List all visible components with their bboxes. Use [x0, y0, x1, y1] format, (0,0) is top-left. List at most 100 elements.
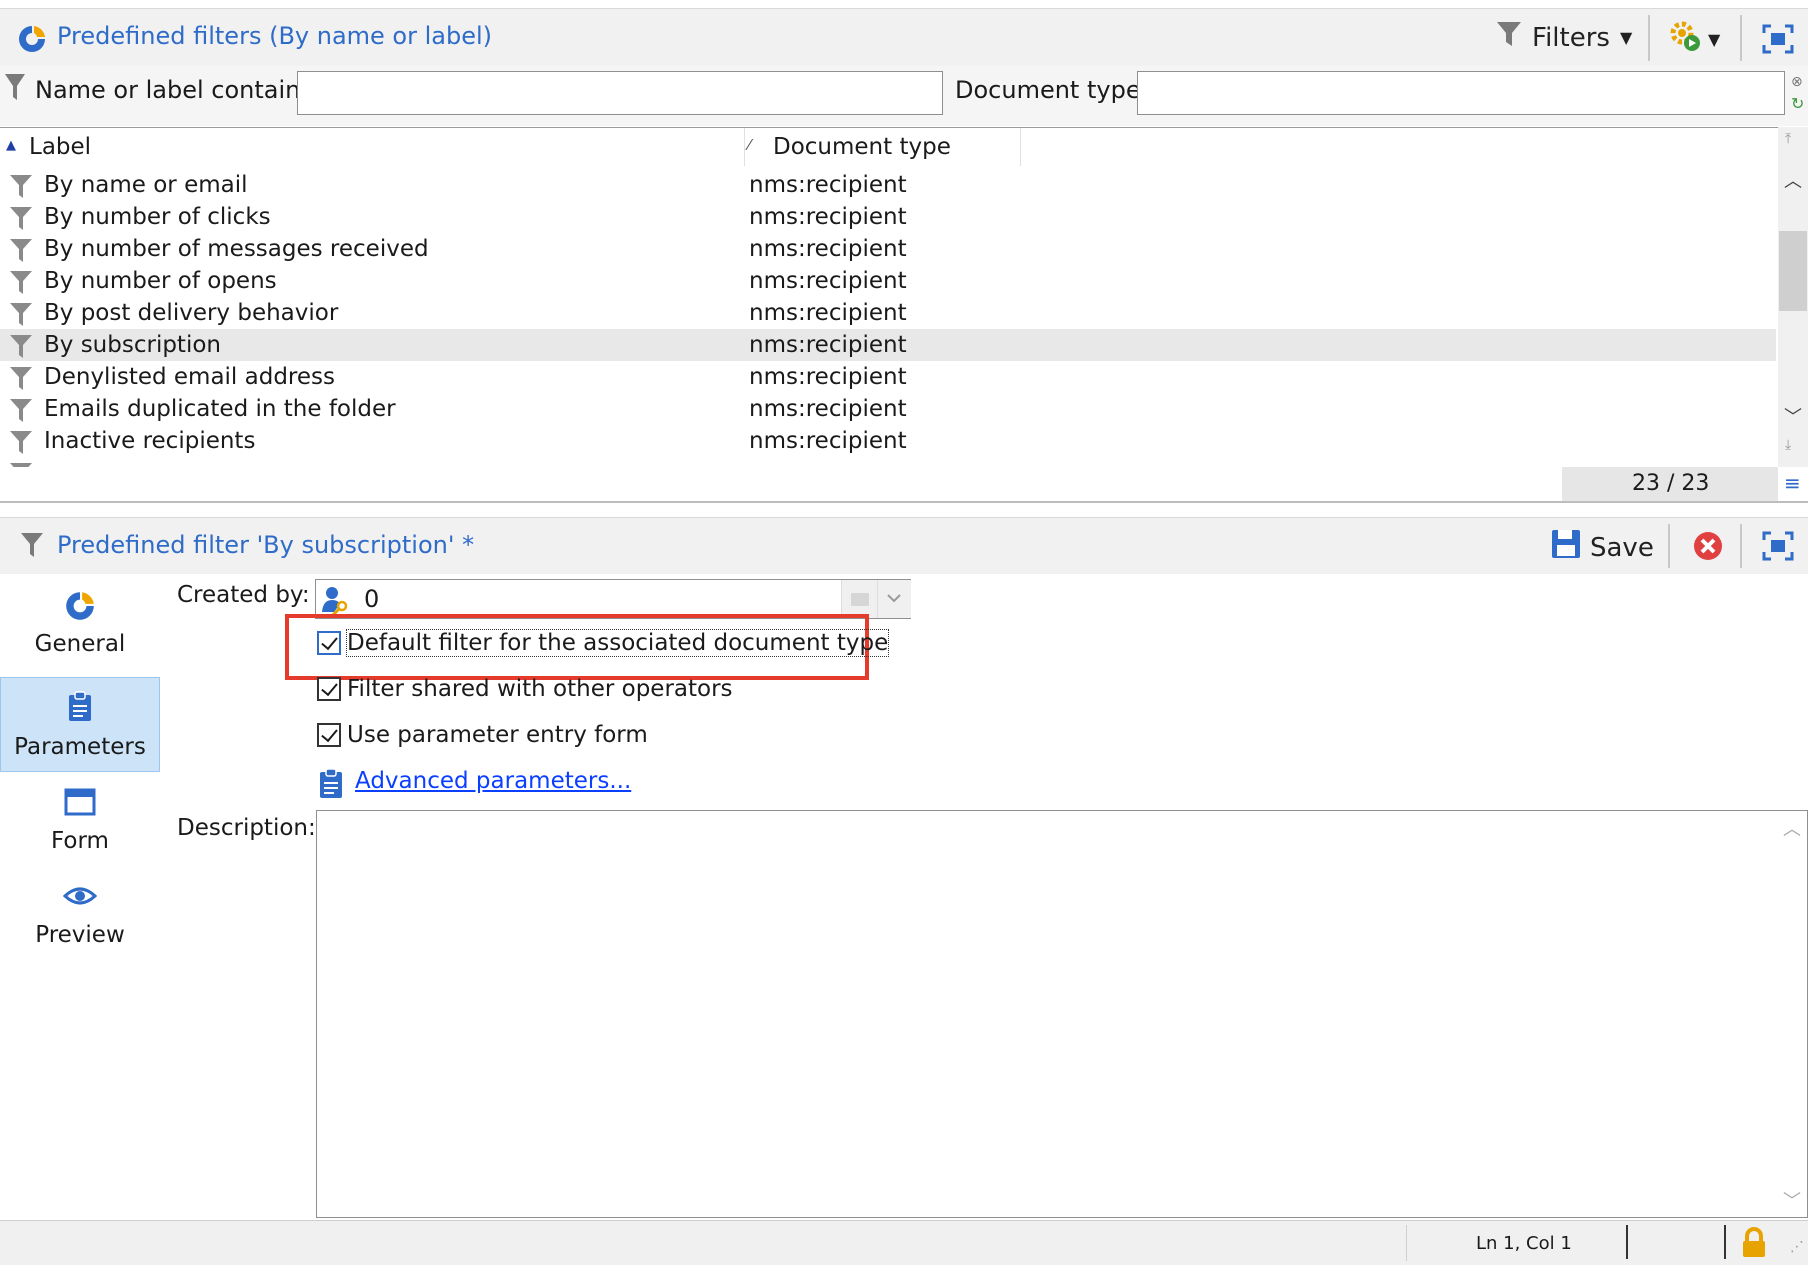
row-doctype: nms:recipient: [749, 396, 907, 422]
row-label: Denylisted email address: [44, 364, 335, 390]
row-doctype: nms:recipient: [749, 204, 907, 230]
row-label: Emails duplicated in the folder: [44, 396, 396, 422]
maximize-icon[interactable]: [1762, 531, 1794, 565]
filters-dropdown-button[interactable]: Filters ▼: [1496, 20, 1632, 55]
table-row[interactable]: By number of messages received nms:recip…: [0, 233, 1776, 265]
advanced-parameters-link[interactable]: Advanced parameters...: [355, 768, 631, 794]
detail-panel-title: Predefined filter 'By subscription' *: [57, 531, 475, 559]
sort-indicator-icon: ⁄: [748, 136, 751, 154]
created-by-field[interactable]: 0: [315, 579, 911, 619]
chevron-down-icon[interactable]: ﹀: [1784, 403, 1802, 429]
column-divider: [1020, 128, 1021, 166]
sort-ascending-icon: ▲: [6, 138, 16, 153]
maximize-icon[interactable]: [1762, 24, 1794, 58]
row-label: By post delivery behavior: [44, 300, 339, 326]
table-row[interactable]: Emails duplicated in the folder nms:reci…: [0, 393, 1776, 425]
shared-filter-checkbox[interactable]: Filter shared with other operators: [317, 676, 733, 702]
toolbar-separator: [1668, 524, 1670, 568]
table-row[interactable]: By name or email nms:recipient: [0, 169, 1776, 201]
checkbox-label: Default filter for the associated docume…: [345, 629, 890, 657]
checkbox-label: Filter shared with other operators: [347, 676, 733, 702]
description-textarea[interactable]: ︿ ﹀: [316, 810, 1808, 1218]
toolbar-separator: [1648, 15, 1650, 61]
status-separator: [1724, 1225, 1726, 1259]
nav-label: Preview: [35, 922, 125, 948]
top-panel-header: Predefined filters (By name or label) Fi…: [0, 8, 1808, 67]
form-icon: [0, 788, 160, 822]
toolbar-separator: [1740, 15, 1742, 61]
cancel-icon[interactable]: [1692, 530, 1724, 566]
list-scrollbar[interactable]: ⤒ ︿ ﹀ ⤓: [1778, 127, 1808, 467]
scrollbar-thumb[interactable]: [1779, 231, 1807, 311]
row-doctype: nms:recipient: [749, 268, 907, 294]
table-row[interactable]: By number of clicks nms:recipient: [0, 201, 1776, 233]
chevron-up-icon[interactable]: ︿: [1784, 167, 1802, 193]
default-filter-checkbox[interactable]: Default filter for the associated docume…: [317, 629, 890, 657]
column-header-document-type[interactable]: Document type: [773, 134, 951, 160]
clipboard-icon: [1, 690, 159, 728]
funnel-icon: [1496, 20, 1522, 55]
row-doctype: nms:recipient: [749, 428, 907, 454]
scroll-bottom-icon[interactable]: ⤓: [1785, 437, 1791, 453]
clipboard-icon: [318, 767, 344, 803]
refresh-icon[interactable]: ↻: [1791, 94, 1804, 113]
record-count: 23 / 23: [1632, 471, 1710, 496]
chevron-down-icon[interactable]: ﹀: [1783, 1187, 1801, 1213]
table-row[interactable]: Denylisted email address nms:recipient: [0, 361, 1776, 393]
scroll-top-icon[interactable]: ⤒: [1785, 131, 1791, 147]
funnel-icon: [20, 531, 44, 563]
table-row[interactable]: By number of opens nms:recipient: [0, 265, 1776, 297]
nav-parameters[interactable]: Parameters: [0, 677, 160, 772]
save-button[interactable]: Save: [1550, 528, 1654, 567]
top-panel-title: Predefined filters (By name or label): [57, 22, 493, 50]
filters-label: Filters: [1532, 22, 1610, 53]
row-label: Inactive recipients: [44, 428, 256, 454]
clear-icon[interactable]: ⊗: [1791, 74, 1803, 90]
funnel-icon: [4, 72, 26, 106]
toolbar-separator: [1740, 524, 1742, 568]
row-label: By name or email: [44, 172, 248, 198]
folder-icon[interactable]: [841, 580, 878, 618]
name-filter-input[interactable]: [297, 71, 943, 115]
list-status-bar: 23 / 23 ≡: [0, 467, 1808, 503]
entry-form-checkbox[interactable]: Use parameter entry form: [317, 722, 648, 748]
table-row-selected[interactable]: By subscription nms:recipient: [0, 329, 1776, 361]
filter-bar: Name or label contains: Document type: ⊗…: [0, 66, 1808, 126]
filters-list: ▲ Label ⁄ Document type By name or email…: [0, 127, 1778, 468]
nav-label: Parameters: [14, 734, 146, 760]
column-divider: [744, 128, 745, 166]
checkbox-label: Use parameter entry form: [347, 722, 648, 748]
filters-app-icon: [16, 23, 48, 59]
actions-dropdown-button[interactable]: ▼: [1668, 19, 1720, 60]
chevron-down-icon[interactable]: [877, 580, 911, 618]
row-label: By number of opens: [44, 268, 277, 294]
document-type-label: Document type:: [955, 76, 1149, 104]
lock-icon: [1740, 1227, 1768, 1263]
checkbox-checked[interactable]: [317, 677, 341, 701]
row-label: By number of clicks: [44, 204, 271, 230]
eye-icon: [0, 884, 160, 914]
nav-label: Form: [51, 828, 109, 854]
row-doctype: nms:recipient: [749, 236, 907, 262]
resize-grip-icon[interactable]: ⋰: [1790, 1239, 1804, 1255]
checkbox-checked[interactable]: [317, 723, 341, 747]
nav-preview[interactable]: Preview: [0, 878, 160, 968]
gear-play-icon: [1668, 19, 1702, 60]
checkbox-checked[interactable]: [317, 631, 341, 655]
list-menu-icon[interactable]: ≡: [1784, 471, 1801, 495]
chevron-down-icon: ▼: [1708, 30, 1721, 49]
created-by-value: 0: [364, 585, 380, 613]
nav-general[interactable]: General: [0, 585, 160, 675]
chevron-down-icon: ▼: [1619, 28, 1633, 47]
chevron-up-icon[interactable]: ︿: [1783, 815, 1801, 841]
nav-form[interactable]: Form: [0, 780, 160, 870]
table-row[interactable]: By post delivery behavior nms:recipient: [0, 297, 1776, 329]
document-type-input[interactable]: [1137, 71, 1785, 115]
name-filter-label: Name or label contains:: [35, 76, 321, 104]
general-icon: [0, 589, 160, 629]
description-label: Description:: [177, 815, 316, 841]
status-separator: [1406, 1225, 1407, 1261]
column-header-label[interactable]: Label: [29, 134, 91, 160]
row-doctype: nms:recipient: [749, 364, 907, 390]
table-row[interactable]: Inactive recipients nms:recipient: [0, 425, 1776, 457]
